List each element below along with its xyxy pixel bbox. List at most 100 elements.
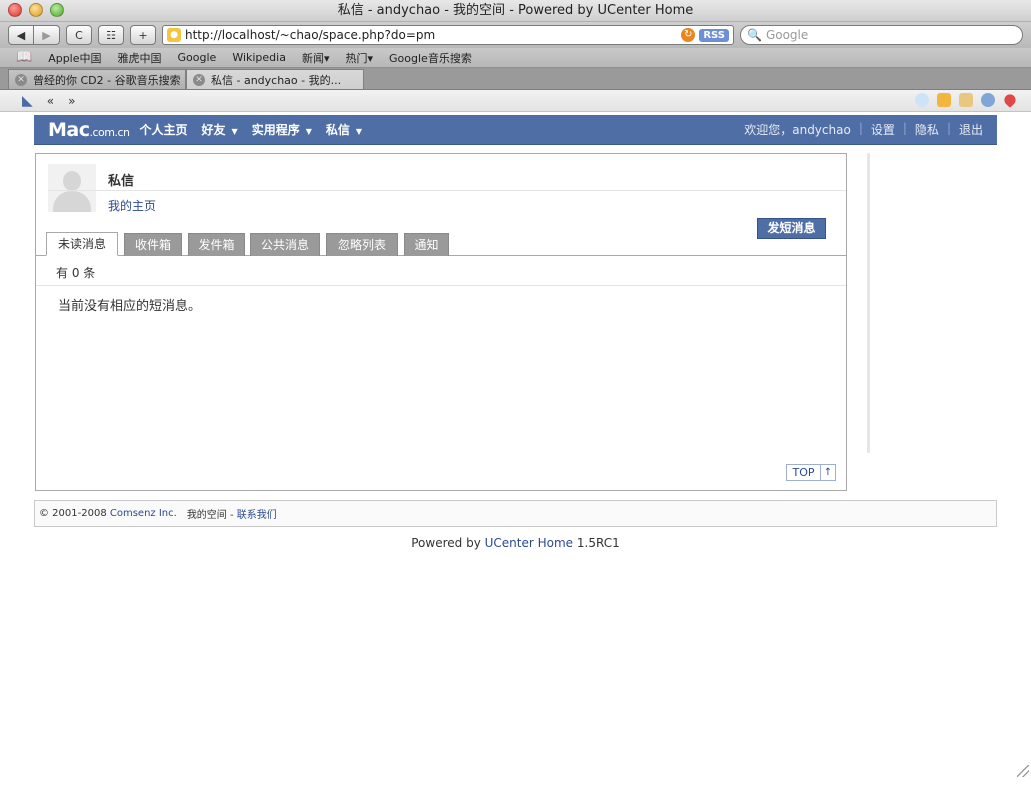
- minimize-window-button[interactable]: [29, 3, 43, 17]
- caret-down-icon: ▼: [355, 127, 363, 136]
- separator: |: [946, 121, 951, 135]
- tab-label: 私信 - andychao - 我的...: [211, 73, 342, 87]
- close-window-button[interactable]: [8, 3, 22, 17]
- chat-icon[interactable]: [915, 93, 929, 107]
- browser-tab-bar: ✕ 曾经的你 CD2 - 谷歌音乐搜索 ✕ 私信 - andychao - 我的…: [0, 68, 1031, 90]
- ext-forward-button[interactable]: »: [68, 94, 75, 108]
- bookmark-item[interactable]: Google: [178, 51, 217, 64]
- product-link[interactable]: UCenter Home: [485, 536, 573, 550]
- favicon-icon: ●: [167, 28, 181, 42]
- menu-item-apps[interactable]: 实用程序 ▼: [252, 121, 312, 138]
- snapback-button[interactable]: ☷: [98, 25, 124, 45]
- version-text: 1.5RC1: [576, 536, 620, 550]
- tab-notice[interactable]: 通知: [404, 233, 449, 256]
- sidebar-scroll-track: [867, 153, 870, 453]
- logo-sub: .com.cn: [89, 125, 131, 139]
- avatar-body-shape: [53, 191, 91, 212]
- empty-message: 当前没有相应的短消息。: [58, 299, 202, 314]
- user-bar: 欢迎您，andychao | 设置 | 隐私 | 退出: [744, 121, 983, 138]
- reload-button[interactable]: C: [66, 25, 92, 45]
- refresh-icon[interactable]: ↻: [681, 28, 696, 42]
- contact-link[interactable]: 联系我们: [237, 510, 277, 521]
- note-icon[interactable]: [937, 93, 951, 107]
- back-button[interactable]: ◀: [8, 25, 34, 45]
- window-controls: [8, 3, 64, 17]
- bookmark-item[interactable]: Google音乐搜索: [389, 50, 472, 66]
- bookmark-item[interactable]: 热门▾: [346, 50, 374, 66]
- tab-outbox[interactable]: 发件箱: [188, 233, 245, 256]
- company-link[interactable]: Comsenz Inc.: [110, 508, 177, 519]
- arrow-up-icon: ↑: [820, 465, 835, 480]
- search-field[interactable]: 🔍 Google: [740, 25, 1023, 45]
- tab-unread[interactable]: 未读消息: [46, 232, 118, 256]
- tab-label: 曾经的你 CD2 - 谷歌音乐搜索: [33, 73, 181, 87]
- page-content: Mac.com.cn 个人主页 好友 ▼ 实用程序 ▼ 私信 ▼ 欢迎您，andych…: [0, 112, 1031, 779]
- footer-space: 我的空间 - 联系我们: [187, 506, 277, 521]
- bird-icon[interactable]: ◣: [22, 93, 33, 109]
- space-text: 我的空间 -: [186, 510, 234, 521]
- bookmark-item[interactable]: Wikipedia: [232, 51, 286, 64]
- tab-public[interactable]: 公共消息: [250, 233, 320, 256]
- menu-label: 个人主页: [139, 123, 188, 137]
- copyright-text: © 2001-2008 Comsenz Inc.: [39, 508, 177, 519]
- bookmark-item[interactable]: 雅虎中国: [118, 50, 162, 66]
- rss-badge[interactable]: RSS: [699, 28, 729, 42]
- close-tab-icon[interactable]: ✕: [193, 73, 205, 86]
- menu-item-home[interactable]: 个人主页: [140, 121, 188, 138]
- address-bar[interactable]: ● http://localhost/~chao/space.php?do=pm…: [162, 25, 734, 45]
- divider: [48, 190, 846, 191]
- logo-main: Mac: [48, 118, 90, 141]
- address-input[interactable]: http://localhost/~chao/space.php?do=pm: [185, 28, 681, 42]
- privacy-link[interactable]: 隐私: [915, 121, 939, 138]
- tab-inbox[interactable]: 收件箱: [124, 233, 182, 256]
- top-label: TOP: [792, 466, 815, 479]
- powered-by: Powered by UCenter Home 1.5RC1: [0, 536, 1031, 550]
- nav-buttons: ◀ ▶: [8, 25, 60, 45]
- window-title: 私信 - andychao - 我的空间 - Powered by UCente…: [337, 3, 694, 18]
- menu-label: 私信: [325, 123, 350, 137]
- bookmarks-bar: 📖 Apple中国 雅虎中国 Google Wikipedia 新闻▾ 热门▾ …: [0, 48, 1031, 68]
- zoom-window-button[interactable]: [50, 3, 64, 17]
- add-bookmark-button[interactable]: +: [130, 25, 156, 45]
- avatar-head-shape: [63, 171, 81, 191]
- settings-link[interactable]: 设置: [871, 121, 895, 138]
- search-placeholder: Google: [765, 28, 809, 42]
- copyright-years: © 2001-2008: [39, 508, 107, 519]
- menu-item-friends[interactable]: 好友 ▼: [202, 121, 238, 138]
- page-title: 私信: [108, 174, 135, 189]
- powered-prefix: Powered by: [411, 536, 481, 550]
- pm-tab-row: 未读消息 收件箱 发件箱 公共消息 忽略列表 通知: [36, 231, 846, 256]
- window-titlebar: 私信 - andychao - 我的空间 - Powered by UCente…: [0, 0, 1031, 22]
- bookmark-item[interactable]: 新闻▾: [302, 50, 330, 66]
- my-home-link[interactable]: 我的主页: [108, 197, 156, 214]
- welcome-text: 欢迎您，andychao: [744, 123, 851, 137]
- menu-label: 好友: [201, 123, 226, 137]
- caret-down-icon: ▼: [231, 127, 238, 136]
- extension-icons: [915, 92, 1018, 108]
- divider: [36, 285, 846, 286]
- pm-panel: 私信 我的主页 发短消息 未读消息 收件箱 发件箱 公共消息 忽略列表 通知 有…: [35, 153, 847, 491]
- site-logo[interactable]: Mac.com.cn: [48, 119, 130, 141]
- back-to-top-button[interactable]: TOP ↑: [786, 464, 836, 481]
- extension-bar: ◣ « »: [0, 90, 1031, 112]
- book-icon[interactable]: 📖: [16, 50, 32, 65]
- ext-back-button[interactable]: «: [47, 94, 54, 108]
- avatar[interactable]: [48, 164, 96, 212]
- separator: |: [858, 121, 863, 135]
- logout-link[interactable]: 退出: [959, 121, 983, 138]
- people-icon[interactable]: [981, 93, 995, 107]
- tab-ignore-list[interactable]: 忽略列表: [326, 233, 398, 256]
- separator: |: [902, 121, 907, 135]
- menu-item-pm[interactable]: 私信 ▼: [326, 121, 362, 138]
- browser-tab-pm[interactable]: ✕ 私信 - andychao - 我的...: [186, 69, 364, 89]
- forward-button[interactable]: ▶: [34, 25, 60, 45]
- site-header-nav: Mac.com.cn 个人主页 好友 ▼ 实用程序 ▼ 私信 ▼ 欢迎您，andych…: [34, 115, 997, 145]
- caret-down-icon: ▼: [305, 127, 312, 136]
- heart-icon[interactable]: [1002, 92, 1018, 108]
- close-tab-icon[interactable]: ✕: [15, 73, 27, 86]
- resize-grip-icon[interactable]: [1017, 765, 1029, 777]
- browser-tab-music[interactable]: ✕ 曾经的你 CD2 - 谷歌音乐搜索: [8, 69, 186, 89]
- bookmark-item[interactable]: Apple中国: [48, 50, 101, 66]
- menu-label: 实用程序: [251, 123, 300, 137]
- contact-icon[interactable]: [959, 93, 973, 107]
